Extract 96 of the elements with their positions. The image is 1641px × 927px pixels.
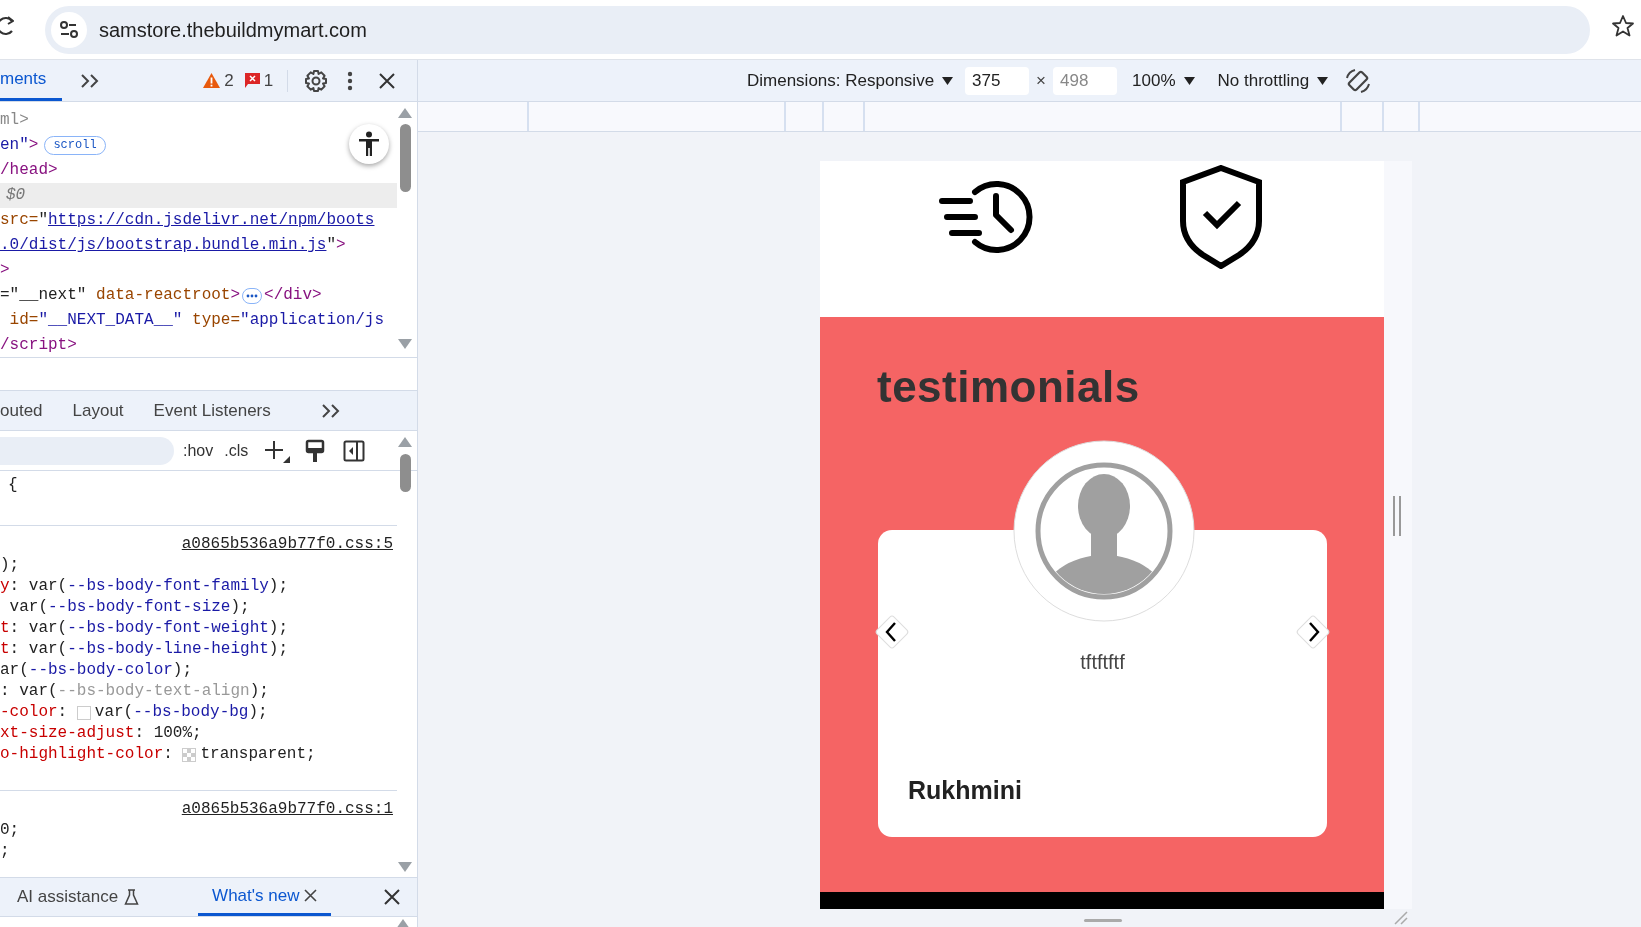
- error-count: 1: [263, 69, 274, 92]
- styles-tab[interactable]: Layout: [72, 391, 124, 430]
- code-link[interactable]: .0/dist/js/bootstrap.bundle.min.js: [0, 236, 327, 254]
- scrollbar-thumb[interactable]: [399, 454, 411, 492]
- code-text: 0;: [0, 820, 20, 841]
- code-text: -color:: [0, 702, 69, 723]
- flask-icon: [124, 889, 140, 905]
- toggle-button[interactable]: .cls: [224, 438, 249, 463]
- more-tabs-icon[interactable]: [80, 72, 101, 89]
- selected-node-row[interactable]: $0: [0, 183, 397, 208]
- section-heading: testimonials: [877, 361, 1141, 413]
- drawer-tab[interactable]: What's new: [198, 878, 332, 916]
- code-text: ml>: [0, 110, 29, 131]
- resize-handle[interactable]: [1392, 496, 1402, 536]
- node-row[interactable]: src="https://cdn.jsdelivr.net/npm/boots: [0, 208, 397, 233]
- code-text: en">: [0, 135, 39, 156]
- node-row[interactable]: .0/dist/js/bootstrap.bundle.min.js">: [0, 233, 397, 258]
- node-row[interactable]: /head>: [0, 158, 397, 183]
- code-text: );: [0, 555, 20, 576]
- zoom-dropdown[interactable]: 100%: [1132, 67, 1195, 94]
- scrollbar-thumb[interactable]: [399, 124, 411, 192]
- code-text: {: [8, 475, 18, 496]
- ellipsis-icon: [246, 293, 259, 298]
- testimonial-text: tftftftf: [1079, 650, 1126, 675]
- node-row[interactable]: ="__next" data-reactroot> </div>: [0, 283, 397, 308]
- url-text: samstore.thebuildmymart.com: [99, 17, 367, 43]
- author-name: Rukhmini: [908, 774, 1023, 806]
- color-swatch[interactable]: [76, 705, 91, 720]
- more-options-icon[interactable]: [347, 70, 354, 91]
- rotate-icon[interactable]: [1344, 66, 1373, 95]
- warning-count: 2: [224, 69, 234, 92]
- code-text: src="https://cdn.jsdelivr.net/npm/boots: [0, 210, 375, 231]
- drawer-tab[interactable]: AI assistance: [0, 878, 157, 916]
- code-text: ;: [0, 841, 10, 862]
- styles-tab[interactable]: Event Listeners: [153, 391, 271, 430]
- code-text: ="__next" data-reactroot>: [0, 285, 241, 306]
- scroll-up-icon[interactable]: [396, 919, 410, 927]
- scroll-down-icon[interactable]: [398, 339, 412, 349]
- code-text: y: var(--bs-body-font-family);: [0, 576, 289, 597]
- code-link[interactable]: https://cdn.jsdelivr.net/npm/boots: [48, 211, 375, 229]
- code-text: transparent;: [200, 744, 316, 765]
- caret-icon: [1183, 76, 1195, 85]
- code-text: t: var(--bs-body-line-height);: [0, 639, 289, 660]
- close-tab-icon[interactable]: [304, 889, 318, 902]
- devtools-tab[interactable]: ments: [0, 60, 63, 101]
- caret-icon: [942, 76, 954, 85]
- resize-handle[interactable]: [1084, 919, 1122, 922]
- scroll-down-icon[interactable]: [398, 862, 412, 872]
- code-text: ar(--bs-body-color);: [0, 660, 193, 681]
- node-row[interactable]: /script>: [0, 333, 397, 357]
- reload-icon[interactable]: [0, 15, 14, 37]
- node-row[interactable]: >: [0, 258, 397, 283]
- code-text: >: [0, 260, 10, 281]
- throttling-dropdown[interactable]: No throttling: [1217, 67, 1329, 94]
- settings-icon[interactable]: [304, 68, 329, 93]
- sidebar-toggle-icon[interactable]: [343, 439, 366, 462]
- color-swatch[interactable]: [182, 747, 197, 762]
- source-link[interactable]: a0865b536a9b77f0.css:1: [181, 800, 393, 818]
- new-rule-icon[interactable]: [263, 438, 292, 463]
- code-text: $0: [6, 185, 26, 206]
- node-row[interactable]: ml>: [0, 108, 397, 133]
- source-link[interactable]: a0865b536a9b77f0.css:5: [181, 535, 393, 553]
- close-icon[interactable]: [379, 72, 396, 89]
- site-settings-icon[interactable]: [51, 11, 87, 48]
- code-text: o-highlight-color:: [0, 744, 174, 765]
- code-text: /head>: [0, 160, 58, 181]
- code-text: t: var(--bs-body-font-weight);: [0, 618, 289, 639]
- code-text: var(--bs-body-bg);: [94, 702, 268, 723]
- scroll-up-icon[interactable]: [398, 437, 412, 447]
- code-text: var(--bs-body-font-size);: [8, 597, 250, 618]
- code-text: id="__NEXT_DATA__" type="application/js: [8, 310, 385, 331]
- address-bar[interactable]: samstore.thebuildmymart.com: [45, 5, 1590, 54]
- close-icon[interactable]: [384, 889, 400, 905]
- bookmark-star-icon[interactable]: [1611, 14, 1635, 38]
- shield-check-icon: [1179, 165, 1263, 269]
- dimensions-dropdown[interactable]: Dimensions: Responsive: [747, 67, 954, 94]
- node-row[interactable]: id="__NEXT_DATA__" type="application/js: [0, 308, 397, 333]
- scroll-up-icon[interactable]: [398, 108, 412, 118]
- accessibility-icon: [358, 131, 380, 157]
- height-field[interactable]: 498: [1053, 66, 1118, 95]
- accessibility-button[interactable]: [349, 124, 389, 164]
- error-icon: [243, 72, 261, 89]
- code-text: /script>: [0, 335, 77, 356]
- styles-tab[interactable]: outed: [0, 391, 43, 430]
- paint-brush-icon[interactable]: [305, 438, 326, 463]
- code-text: </div>: [264, 285, 322, 306]
- caret-icon: [1317, 76, 1329, 85]
- more-tabs-icon[interactable]: [320, 402, 341, 419]
- toggle-button[interactable]: :hov: [183, 438, 214, 463]
- warning-icon: [202, 72, 222, 89]
- code-text: xt-size-adjust: 100%;: [0, 723, 202, 744]
- width-field[interactable]: 375: [965, 66, 1030, 95]
- node-row[interactable]: en"> scroll: [0, 133, 397, 158]
- code-text: .0/dist/js/bootstrap.bundle.min.js">: [0, 235, 346, 256]
- code-text: : var(--bs-body-text-align);: [0, 681, 269, 702]
- times-sign: ×: [1036, 69, 1047, 92]
